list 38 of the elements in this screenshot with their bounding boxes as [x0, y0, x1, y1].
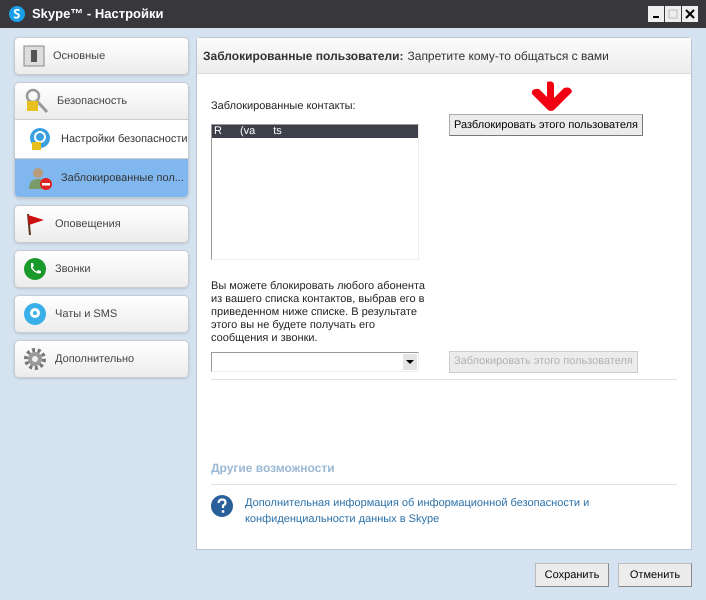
sidebar-subitem[interactable]: Настройки безопасности — [15, 120, 188, 158]
block-description: Вы можете блокировать любого абонента из вашего списка контактов, выбрав его в приведенном ниже списке. В результате этого вы не будете получать его сообщения и звонки. — [211, 280, 426, 344]
cancel-button[interactable]: Отменить — [618, 563, 692, 587]
phone-icon — [23, 257, 47, 281]
unblock-button[interactable]: Разблокировать этого пользователя — [449, 114, 643, 136]
sidebar-subitem[interactable]: Заблокированные пол... — [15, 159, 188, 197]
help-icon — [211, 494, 233, 516]
key-lock-icon — [23, 88, 49, 114]
sidebar-item[interactable]: Оповещения — [15, 206, 188, 242]
save-button[interactable]: Сохранить — [535, 563, 609, 587]
chat-icon — [23, 302, 47, 326]
arrow-drawing — [529, 80, 575, 112]
sidebar-item[interactable]: Основные — [15, 38, 188, 74]
shield-lock-icon — [27, 126, 53, 152]
minimize-button[interactable] — [648, 6, 664, 22]
blocked-contacts-list[interactable]: R (va ts — [211, 124, 419, 260]
sidebar-item[interactable]: Безопасность — [15, 83, 188, 119]
section-title: Другие возможности — [211, 460, 336, 476]
sidebar-item[interactable]: Дополнительно — [15, 341, 188, 377]
blocked-contacts-label: Заблокированные контакты: — [211, 99, 357, 114]
close-icon — [685, 9, 695, 19]
contact-dropdown[interactable] — [211, 352, 419, 372]
gear-icon — [23, 347, 47, 371]
contact-row[interactable]: R (va ts — [212, 124, 418, 138]
header-subtitle: Запретите кому-то общаться с вами — [408, 48, 609, 64]
blocked-user-icon — [27, 165, 53, 191]
contact-text: (va — [240, 124, 256, 139]
header-title: Заблокированные пользователи: — [203, 48, 404, 64]
switch-icon — [23, 45, 45, 67]
sidebar-item[interactable]: Чаты и SMS — [15, 296, 188, 332]
contact-text: ts — [273, 124, 282, 139]
contact-text: R — [214, 124, 222, 139]
window-title: Skype™ - Настройки — [32, 5, 164, 24]
logo-icon — [8, 5, 26, 23]
info-link[interactable]: Дополнительная информация об информационной безопасности и конфиденциальности данных в Skype — [245, 494, 605, 526]
sidebar-item[interactable]: Звонки — [15, 251, 188, 287]
maximize-icon — [668, 9, 678, 19]
close-button[interactable] — [682, 6, 698, 22]
